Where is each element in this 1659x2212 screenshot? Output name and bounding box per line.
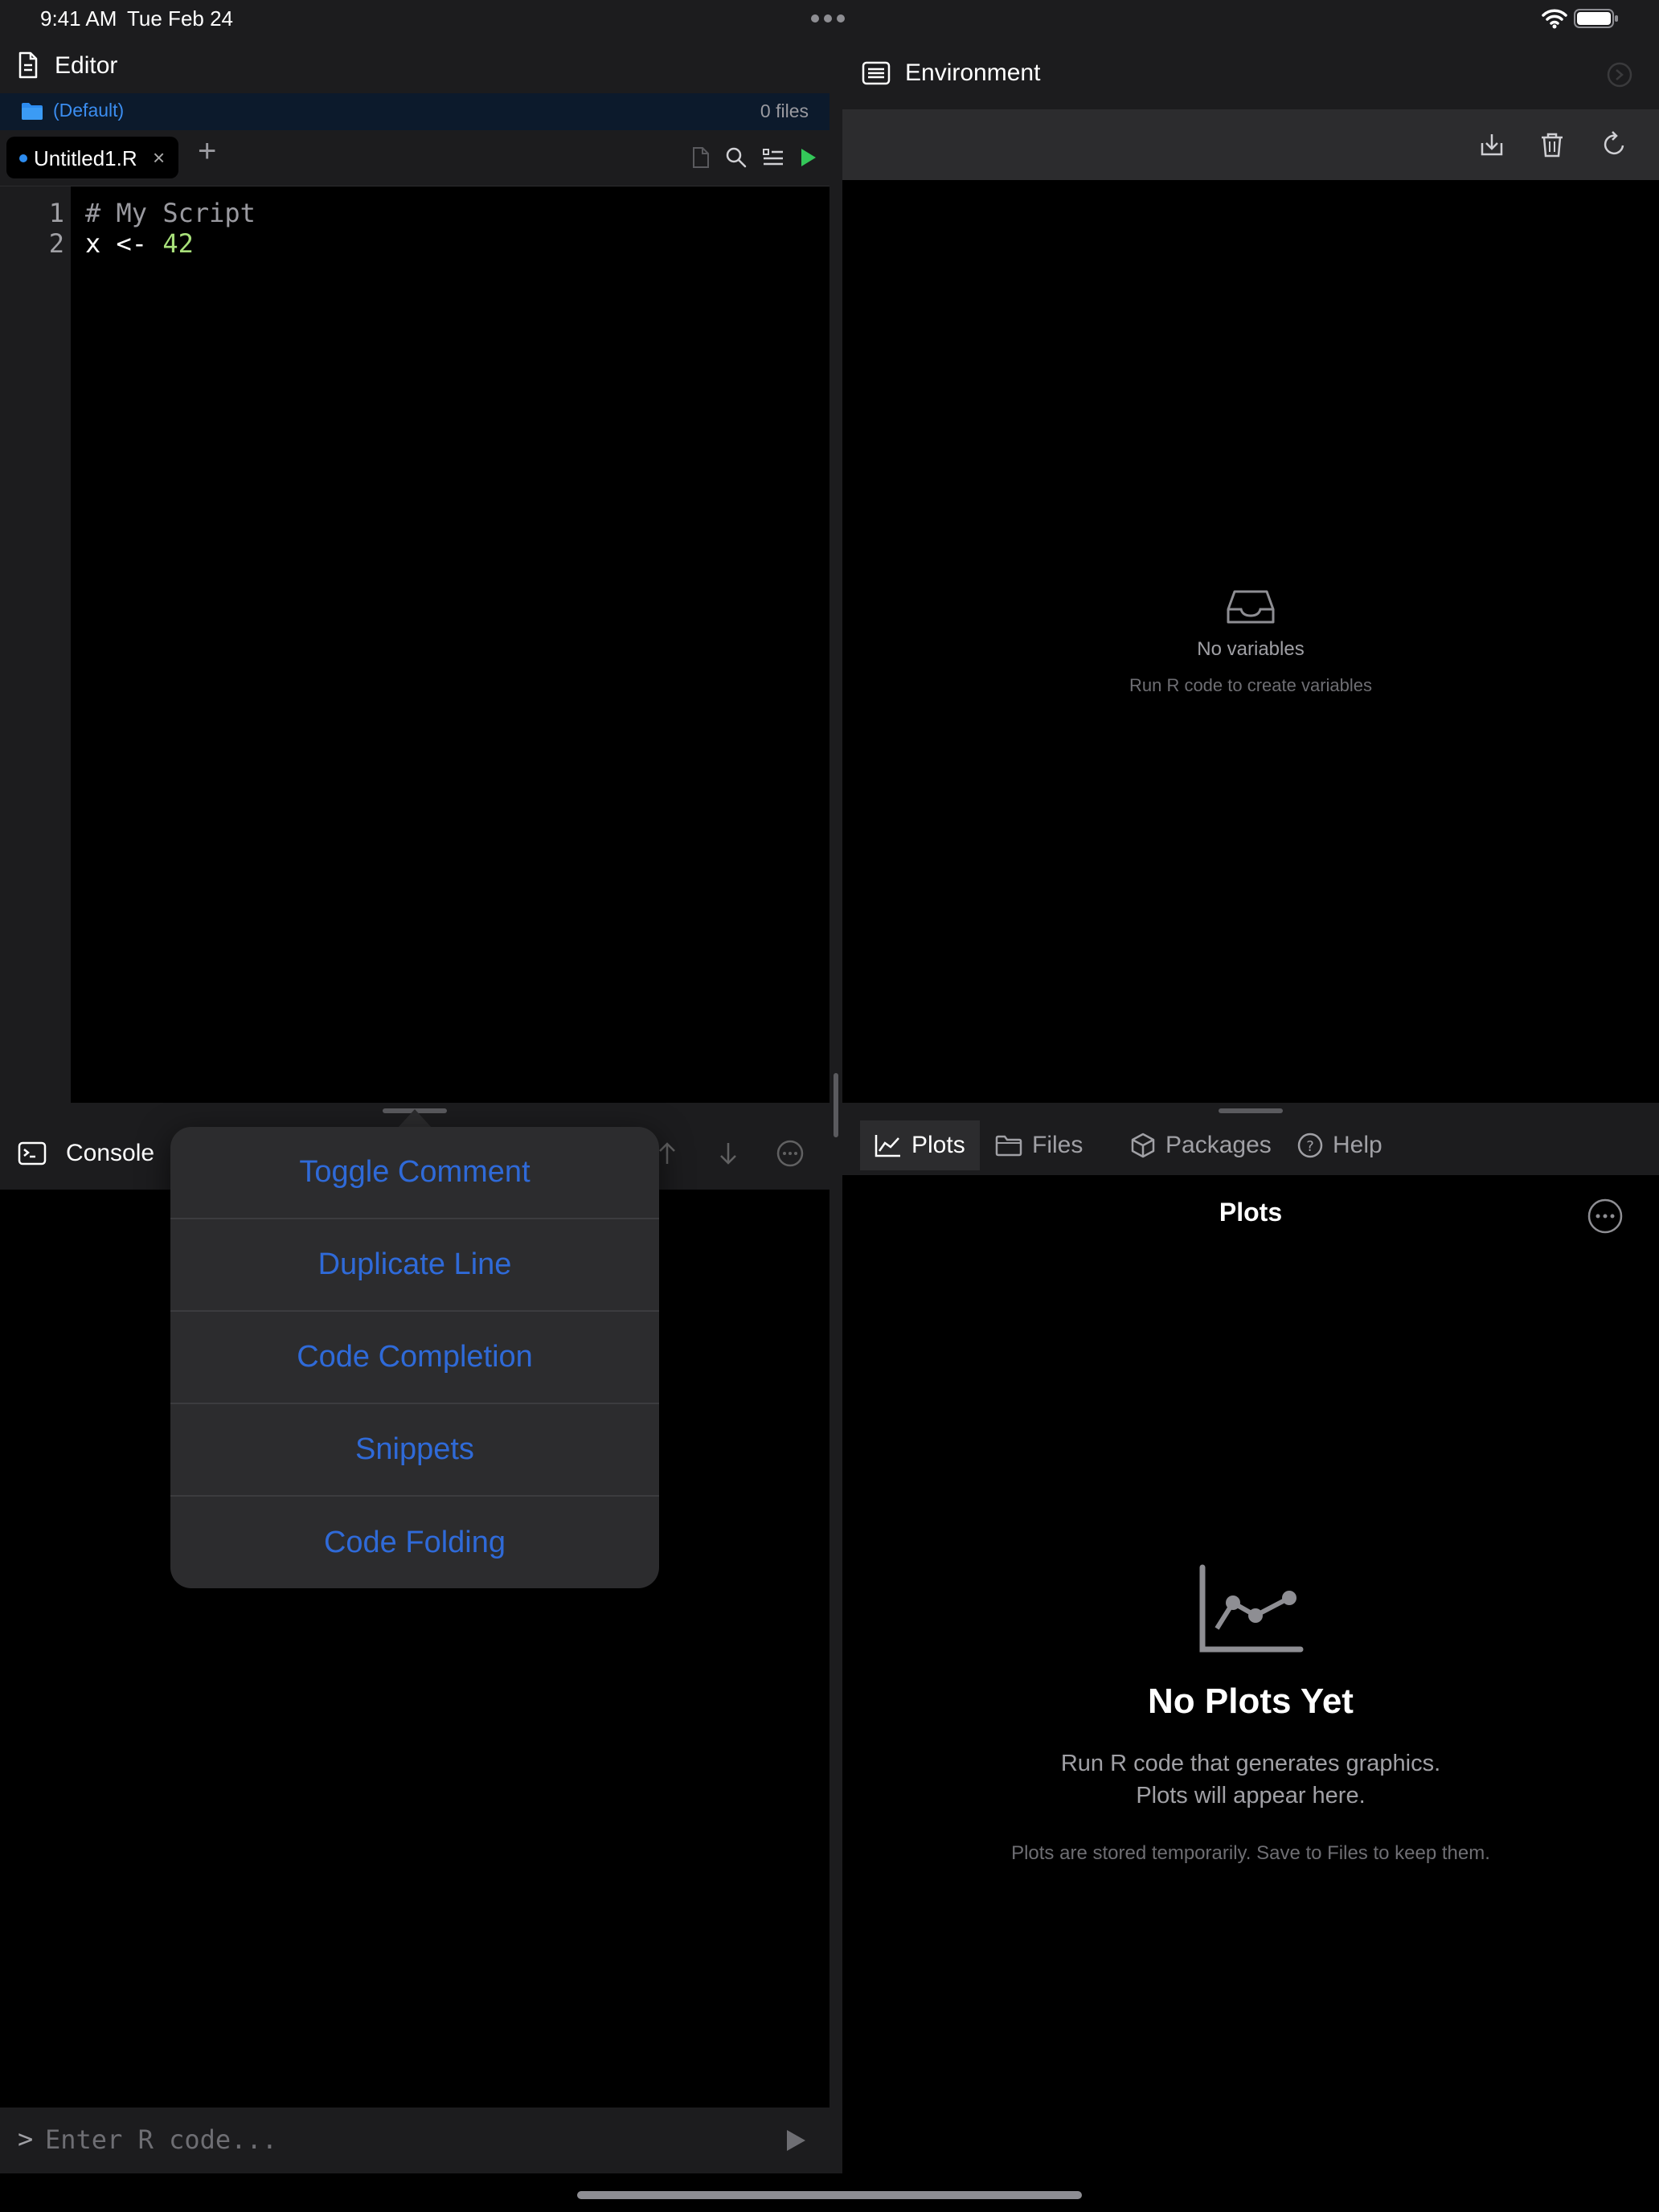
plots-title: Plots — [1219, 1198, 1283, 1227]
dismiss-icon[interactable] — [1606, 61, 1633, 88]
vertical-splitter-handle[interactable] — [834, 1073, 838, 1137]
plots-panel: Plots No Plots Yet Run R code that gener… — [842, 1175, 1659, 2173]
environment-header: Environment — [842, 39, 1659, 109]
refresh-icon[interactable] — [1601, 130, 1627, 158]
new-file-icon[interactable] — [691, 146, 711, 169]
menu-item-snippets[interactable]: Snippets — [170, 1404, 659, 1497]
editor-tab-untitled[interactable]: Untitled1.R × — [6, 137, 178, 178]
menu-item-code-folding[interactable]: Code Folding — [170, 1497, 659, 1588]
tray-icon — [1227, 590, 1275, 625]
list-icon — [862, 61, 891, 85]
environment-toolbar — [842, 109, 1659, 180]
menu-item-toggle-comment[interactable]: Toggle Comment — [170, 1127, 659, 1219]
format-list-icon[interactable] — [762, 146, 784, 169]
package-icon — [1130, 1133, 1156, 1158]
battery-icon — [1574, 9, 1619, 28]
import-icon[interactable] — [1479, 132, 1505, 158]
editor-tab-label: Untitled1.R — [34, 146, 137, 170]
no-plots-title: No Plots Yet — [1148, 1682, 1354, 1721]
tab-packages-label: Packages — [1165, 1132, 1272, 1158]
tab-files-label: Files — [1032, 1132, 1083, 1158]
popover-arrow — [397, 1109, 432, 1129]
search-icon[interactable] — [725, 146, 748, 169]
environment-body: No variables Run R code to create variab… — [842, 180, 1659, 1103]
more-options-icon[interactable] — [776, 1140, 804, 1167]
code-operator: <- — [100, 228, 163, 259]
code-line[interactable]: x <- 42 — [85, 228, 194, 259]
console-input[interactable] — [45, 2119, 752, 2161]
help-icon: ? — [1297, 1133, 1323, 1158]
project-name[interactable]: (Default) — [53, 100, 124, 121]
no-plots-description: Plots will appear here. — [1136, 1783, 1366, 1809]
add-tab-button[interactable]: + — [198, 133, 216, 170]
code-line[interactable]: # My Script — [85, 198, 256, 228]
code-editor[interactable]: 1 2 # My Script x <- 42 — [0, 186, 830, 1103]
environment-title: Environment — [905, 59, 1041, 86]
svg-text:?: ? — [1306, 1138, 1314, 1155]
console-input-bar: > — [0, 2108, 830, 2173]
no-plots-description: Run R code that generates graphics. — [1060, 1751, 1441, 1776]
run-script-icon[interactable] — [799, 146, 818, 169]
tab-plots[interactable]: Plots — [860, 1120, 980, 1170]
console-run-icon[interactable] — [784, 2128, 807, 2153]
trash-icon[interactable] — [1540, 132, 1564, 158]
menu-item-duplicate-line[interactable]: Duplicate Line — [170, 1219, 659, 1312]
home-indicator[interactable] — [577, 2191, 1082, 2199]
status-bar: 9:41 AM Tue Feb 24 — [0, 0, 1659, 39]
tab-packages[interactable]: Packages — [1116, 1120, 1286, 1170]
code-variable: x — [85, 228, 101, 259]
code-number: 42 — [162, 228, 194, 259]
no-variables-title: No variables — [1197, 638, 1305, 660]
console-title: Console — [66, 1140, 155, 1166]
history-down-icon[interactable] — [717, 1141, 739, 1165]
history-up-icon[interactable] — [656, 1141, 678, 1165]
unsaved-dot-icon — [19, 154, 27, 162]
close-tab-icon[interactable]: × — [153, 145, 165, 170]
editor-header: Editor — [0, 39, 830, 93]
editor-tab-bar: Untitled1.R × + — [0, 130, 830, 186]
line-number: 1 — [48, 198, 64, 228]
tab-help[interactable]: ? Help — [1283, 1120, 1397, 1170]
empty-chart-icon — [1198, 1564, 1304, 1654]
plots-more-icon[interactable] — [1587, 1198, 1624, 1235]
folder-icon — [21, 101, 43, 121]
terminal-icon — [18, 1141, 47, 1165]
console-prompt: > — [18, 2124, 34, 2154]
no-variables-subtitle: Run R code to create variables — [1129, 675, 1373, 695]
file-count: 0 files — [760, 100, 809, 121]
status-date: Tue Feb 24 — [127, 6, 234, 31]
folder-icon — [995, 1134, 1022, 1157]
pane-tab-bar: Plots Files Packages ? Help — [842, 1117, 1659, 1175]
line-number: 2 — [48, 228, 64, 259]
editor-actions-menu: Toggle Comment Duplicate Line Code Compl… — [170, 1127, 659, 1588]
line-number-gutter: 1 2 — [0, 186, 71, 1103]
tab-help-label: Help — [1333, 1132, 1382, 1158]
chart-icon — [875, 1133, 902, 1157]
document-icon — [18, 51, 39, 79]
multitasking-dots-icon[interactable] — [810, 13, 846, 24]
right-splitter-handle[interactable] — [1219, 1108, 1283, 1113]
tab-files[interactable]: Files — [981, 1120, 1097, 1170]
project-bar[interactable]: (Default) 0 files — [0, 93, 830, 130]
editor-title: Editor — [55, 52, 118, 79]
status-time: 9:41 AM — [40, 6, 117, 31]
menu-item-code-completion[interactable]: Code Completion — [170, 1312, 659, 1404]
tab-plots-label: Plots — [911, 1132, 965, 1158]
plots-storage-note: Plots are stored temporarily. Save to Fi… — [1011, 1842, 1490, 1864]
wifi-icon — [1542, 8, 1567, 29]
